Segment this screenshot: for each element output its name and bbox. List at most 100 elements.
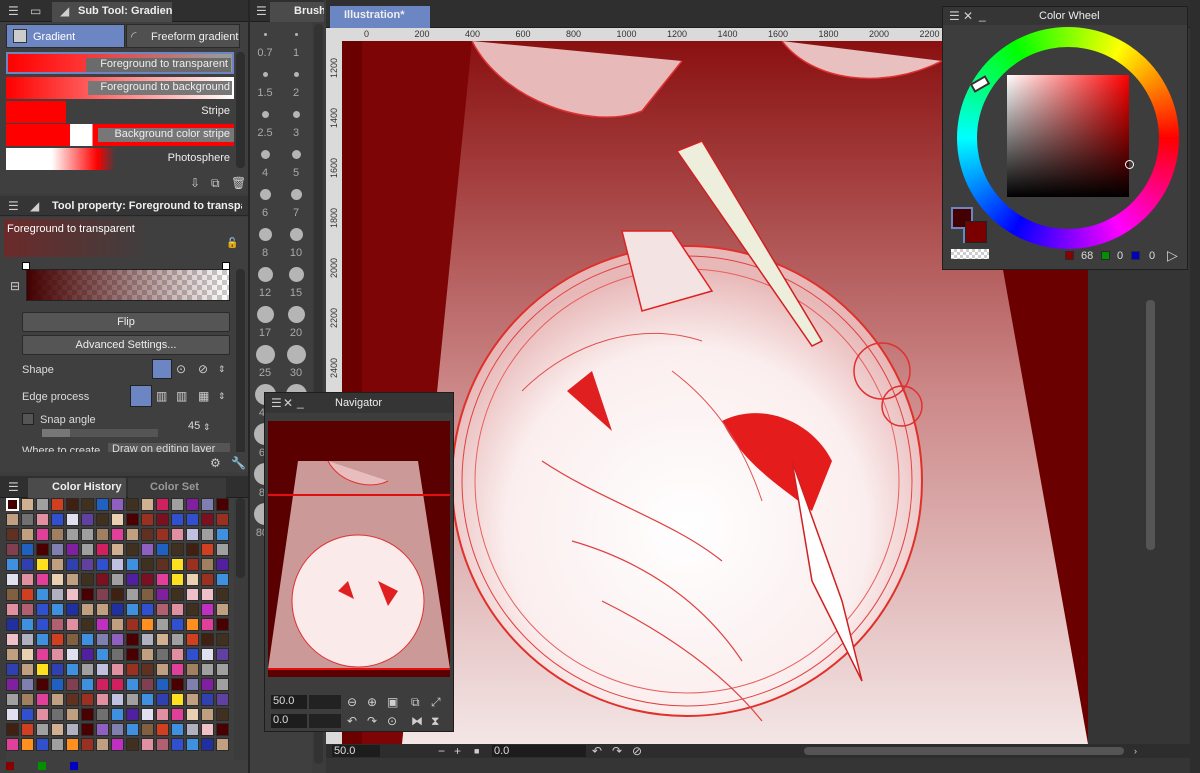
color-swatch[interactable] [111, 543, 124, 556]
color-swatch[interactable] [216, 513, 229, 526]
color-swatch[interactable] [36, 648, 49, 661]
color-swatch[interactable] [216, 663, 229, 676]
color-swatch[interactable] [171, 618, 184, 631]
color-swatch[interactable] [36, 618, 49, 631]
color-swatch[interactable] [186, 678, 199, 691]
color-swatch[interactable] [66, 528, 79, 541]
color-swatch[interactable] [21, 603, 34, 616]
color-swatch[interactable] [156, 648, 169, 661]
color-swatch[interactable] [186, 543, 199, 556]
brush-size-dot[interactable] [255, 344, 275, 364]
color-swatch[interactable] [36, 663, 49, 676]
color-swatch[interactable] [81, 528, 94, 541]
color-swatch[interactable] [186, 663, 199, 676]
color-swatch[interactable] [21, 618, 34, 631]
color-swatch[interactable] [96, 603, 109, 616]
color-swatch[interactable] [126, 558, 139, 571]
color-swatch[interactable] [141, 633, 154, 646]
color-swatch[interactable] [96, 708, 109, 721]
color-swatch[interactable] [96, 618, 109, 631]
color-swatch[interactable] [141, 573, 154, 586]
color-swatch[interactable] [201, 648, 214, 661]
color-swatch[interactable] [141, 678, 154, 691]
color-swatch[interactable] [141, 648, 154, 661]
color-swatch[interactable] [36, 693, 49, 706]
color-swatch[interactable] [66, 618, 79, 631]
zoom-value[interactable]: 50.0 [332, 745, 380, 757]
color-swatch[interactable] [171, 513, 184, 526]
color-swatch[interactable] [66, 603, 79, 616]
color-swatch[interactable] [51, 663, 64, 676]
color-swatch[interactable] [126, 663, 139, 676]
color-swatch[interactable] [21, 633, 34, 646]
color-swatch[interactable] [171, 708, 184, 721]
brush-size-dot[interactable] [286, 344, 306, 364]
color-swatch[interactable] [171, 588, 184, 601]
color-swatch[interactable] [81, 648, 94, 661]
color-swatch[interactable] [141, 738, 154, 751]
color-swatch[interactable] [186, 558, 199, 571]
nav-flip-h-icon[interactable]: ⧓ [411, 714, 423, 728]
gradient-item-photosphere[interactable]: Photosphere [6, 148, 234, 170]
color-swatch[interactable] [21, 648, 34, 661]
color-swatch[interactable] [126, 603, 139, 616]
brush-size-dot[interactable] [287, 305, 305, 323]
color-swatch[interactable] [111, 663, 124, 676]
color-swatch[interactable] [126, 738, 139, 751]
color-swatch[interactable] [186, 513, 199, 526]
color-swatch[interactable] [141, 708, 154, 721]
brush-size-dot[interactable] [260, 149, 270, 159]
menu-icon[interactable]: ☰ [8, 4, 19, 18]
color-swatch[interactable] [126, 678, 139, 691]
color-swatch[interactable] [51, 603, 64, 616]
spin-icon[interactable]: ⇕ [218, 389, 226, 403]
color-swatch[interactable] [36, 723, 49, 736]
color-swatch[interactable] [51, 543, 64, 556]
color-swatch[interactable] [6, 558, 19, 571]
color-swatch[interactable] [81, 633, 94, 646]
color-swatch[interactable] [126, 648, 139, 661]
sv-marker[interactable] [1125, 160, 1134, 169]
color-swatch[interactable] [216, 528, 229, 541]
color-swatch[interactable] [66, 678, 79, 691]
color-swatch[interactable] [186, 738, 199, 751]
color-swatch[interactable] [111, 498, 124, 511]
color-swatch[interactable] [216, 588, 229, 601]
color-swatch[interactable] [66, 558, 79, 571]
color-swatch[interactable] [6, 543, 19, 556]
color-swatch[interactable] [51, 633, 64, 646]
minimize-icon[interactable]: _ [979, 8, 986, 22]
selected-swatch[interactable] [6, 498, 19, 511]
color-swatch[interactable] [51, 513, 64, 526]
color-swatch[interactable] [81, 738, 94, 751]
color-swatch[interactable] [141, 618, 154, 631]
color-swatch[interactable] [156, 588, 169, 601]
color-swatch[interactable] [66, 588, 79, 601]
color-swatch[interactable] [201, 588, 214, 601]
color-swatch[interactable] [126, 573, 139, 586]
brush-size-dot[interactable] [257, 266, 273, 282]
color-swatch[interactable] [66, 708, 79, 721]
advanced-settings-button[interactable]: Advanced Settings... [22, 335, 230, 355]
shape-circle-icon[interactable]: ⊙ [176, 362, 186, 376]
color-swatch[interactable] [216, 723, 229, 736]
scroll-right-icon[interactable]: › [1134, 744, 1137, 758]
brush-size-dot[interactable] [294, 32, 298, 36]
color-swatch[interactable] [96, 558, 109, 571]
shape-linear-button[interactable] [152, 359, 172, 379]
color-swatch[interactable] [126, 618, 139, 631]
color-swatch[interactable] [171, 633, 184, 646]
color-swatch[interactable] [96, 663, 109, 676]
color-swatch[interactable] [6, 633, 19, 646]
color-swatch[interactable] [111, 723, 124, 736]
color-swatch[interactable] [6, 618, 19, 631]
color-swatch[interactable] [81, 588, 94, 601]
color-swatch[interactable] [36, 633, 49, 646]
color-swatch[interactable] [111, 648, 124, 661]
color-swatch[interactable] [141, 588, 154, 601]
color-swatch[interactable] [171, 693, 184, 706]
brush-size-dot[interactable] [261, 110, 269, 118]
color-swatch[interactable] [171, 663, 184, 676]
menu-icon[interactable]: ☰ [271, 396, 282, 410]
tab-gradient[interactable]: Gradient [6, 24, 125, 48]
